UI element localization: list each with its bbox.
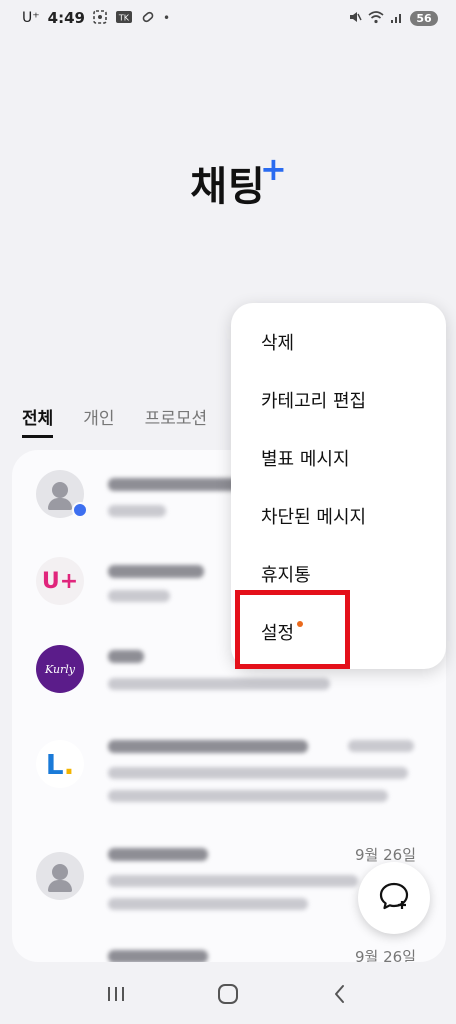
message-preview-redacted — [108, 590, 170, 602]
carrier-label: U⁺ — [22, 10, 40, 26]
lpoint-logo-dot: . — [63, 747, 75, 781]
message-preview-redacted — [108, 505, 166, 517]
new-chat-button[interactable] — [358, 862, 430, 934]
wifi-icon — [368, 10, 384, 27]
lpoint-logo-text: L — [45, 747, 64, 781]
uplus-logo: U+ — [36, 557, 84, 605]
default-person-icon — [36, 470, 88, 518]
sender-name-redacted — [108, 848, 208, 861]
list-item[interactable]: 9월 26일 — [12, 940, 446, 962]
menu-item-trash[interactable]: 휴지통 — [261, 561, 311, 587]
status-bar: U⁺ 4:49 TK • 56 — [0, 0, 456, 36]
recent-apps-button[interactable] — [96, 976, 136, 1016]
sender-name-redacted — [108, 740, 308, 753]
tab-personal[interactable]: 개인 — [83, 404, 114, 438]
list-item[interactable]: L. — [12, 724, 446, 814]
title-text: 채팅 + — [190, 150, 287, 210]
uplus-logo-text: U+ — [41, 568, 79, 594]
message-preview-redacted — [108, 678, 330, 690]
svg-text:TK: TK — [118, 13, 130, 22]
back-button[interactable] — [320, 976, 360, 1016]
status-dot: • — [162, 11, 171, 25]
menu-item-starred-messages[interactable]: 별표 메시지 — [261, 445, 350, 471]
title-plus-mark: + — [259, 150, 288, 188]
status-left: U⁺ 4:49 TK • — [22, 9, 170, 27]
menu-item-blocked-messages[interactable]: 차단된 메시지 — [261, 503, 366, 529]
highlight-box — [235, 590, 350, 669]
clock: 4:49 — [47, 9, 85, 27]
system-nav-bar — [0, 968, 456, 1024]
menu-item-edit-category[interactable]: 카테고리 편집 — [261, 387, 366, 413]
default-person-icon — [36, 852, 84, 900]
status-right: 56 — [348, 10, 438, 27]
kurly-logo-text: Kurly — [44, 662, 76, 676]
message-preview-redacted — [108, 767, 408, 779]
message-preview-redacted — [108, 875, 358, 887]
message-preview-redacted — [108, 898, 308, 910]
new-chat-icon — [377, 879, 411, 917]
tab-all[interactable]: 전체 — [22, 404, 54, 438]
sender-name-redacted — [108, 950, 208, 962]
sender-name-redacted — [108, 650, 144, 663]
home-button[interactable] — [208, 976, 248, 1016]
pill-icon — [141, 10, 155, 27]
sender-name-redacted — [108, 565, 204, 578]
battery-indicator: 56 — [410, 10, 438, 26]
tab-promotion[interactable]: 프로모션 — [145, 404, 208, 438]
kurly-logo: Kurly — [36, 645, 84, 693]
page-title: 채팅 + — [0, 150, 456, 212]
home-icon — [216, 982, 240, 1010]
menu-item-delete[interactable]: 삭제 — [261, 329, 294, 355]
recent-apps-icon — [105, 984, 127, 1008]
chat-date: 9월 26일 — [355, 948, 416, 962]
category-tabs: 전체 개인 프로모션 — [22, 404, 207, 438]
screenshot-icon — [93, 9, 107, 27]
signal-icon — [390, 10, 404, 27]
unread-dot — [72, 502, 88, 518]
kakaotalk-icon: TK — [115, 10, 133, 27]
lpoint-logo: L. — [36, 740, 84, 788]
back-icon — [330, 983, 350, 1009]
mute-icon — [348, 10, 362, 27]
date-redacted — [348, 740, 414, 752]
title-label: 채팅 — [190, 164, 266, 210]
message-preview-redacted — [108, 790, 388, 802]
